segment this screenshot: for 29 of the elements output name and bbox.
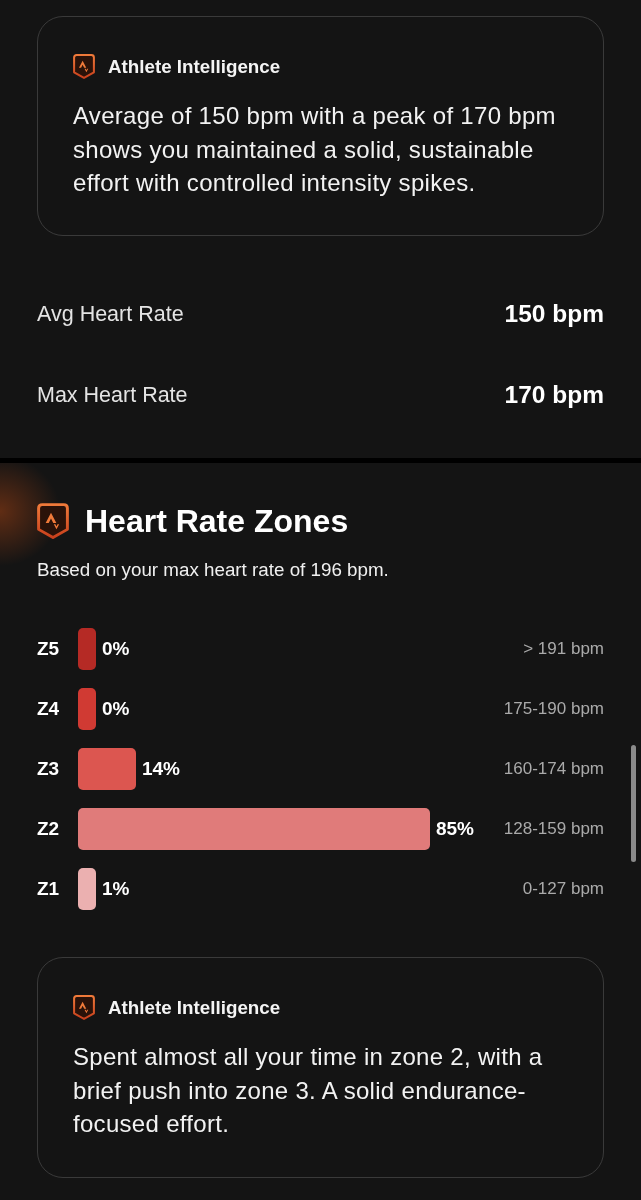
insight-title: Athlete Intelligence bbox=[108, 55, 281, 78]
stat-label: Avg Heart Rate bbox=[37, 301, 184, 327]
stat-value: 170 bpm bbox=[504, 381, 604, 409]
zone-percent: 0% bbox=[102, 638, 130, 660]
insight-title: Athlete Intelligence bbox=[108, 996, 281, 1019]
zone-label: Z1 bbox=[37, 878, 61, 900]
zone-range: > 191 bpm bbox=[523, 639, 604, 659]
zone-percent: 0% bbox=[102, 698, 130, 720]
zone-range: 0-127 bpm bbox=[522, 879, 604, 899]
zone-label: Z2 bbox=[37, 818, 61, 840]
shield-icon bbox=[37, 503, 69, 539]
zone-percent: 1% bbox=[102, 878, 130, 900]
zone-label: Z5 bbox=[37, 638, 61, 660]
zone-range: 128-159 bpm bbox=[503, 819, 604, 839]
section-title: Heart Rate Zones bbox=[85, 502, 349, 541]
shield-icon bbox=[73, 995, 95, 1020]
zone-percent: 14% bbox=[141, 758, 180, 780]
shield-icon bbox=[73, 54, 95, 79]
zone-label: Z3 bbox=[37, 758, 61, 780]
stat-label: Max Heart Rate bbox=[37, 382, 188, 408]
zone-label: Z4 bbox=[37, 698, 61, 720]
zone-range: 175-190 bpm bbox=[503, 699, 604, 719]
insight-text: Spent almost all your time in zone 2, with a brief push into zone 3. A solid endurance-focused effort. bbox=[73, 1042, 544, 1139]
scrollbar-thumb[interactable] bbox=[631, 745, 636, 862]
zone-percent: 85% bbox=[435, 818, 474, 840]
stat-value: 150 bpm bbox=[504, 300, 604, 328]
zone-range: 160-174 bpm bbox=[503, 759, 604, 779]
section-subtitle: Based on your max heart rate of 196 bpm. bbox=[37, 558, 390, 582]
insight-text: Average of 150 bpm with a peak of 170 bpm shows you maintained a solid, sustainable effort with controlled intensity spikes. bbox=[73, 101, 557, 198]
